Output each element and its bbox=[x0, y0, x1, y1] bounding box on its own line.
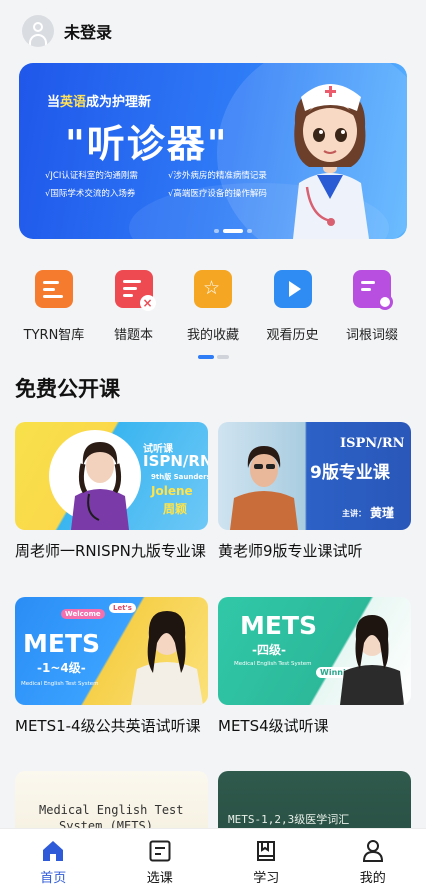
banner-bullet: √国际学术交流的入场券 bbox=[45, 189, 136, 199]
thumb-text: -1~4级- bbox=[37, 661, 86, 675]
entries-pagination bbox=[198, 355, 229, 359]
teacher-portrait bbox=[71, 442, 129, 530]
entry-label: 错题本 bbox=[113, 328, 153, 343]
course-card[interactable]: METS -1~4级- Medical English Test System … bbox=[15, 597, 208, 738]
course-card[interactable]: ISPN/RN 9版专业课 主讲： 黄瑾 黄老师9版专业课试听 bbox=[218, 422, 411, 563]
tab-label: 学习 bbox=[253, 871, 280, 886]
wrong-book-icon: × bbox=[114, 270, 156, 311]
thumb-text: Welcome bbox=[61, 609, 105, 619]
thumb-text: ISPN/RN bbox=[143, 452, 208, 470]
thumb-text: 黄瑾 bbox=[370, 506, 395, 520]
thumb-text: -四级- bbox=[252, 643, 286, 657]
thumb-text: 周颖 bbox=[163, 502, 188, 516]
banner-dot[interactable] bbox=[214, 229, 219, 233]
nurse-illustration bbox=[293, 84, 369, 239]
thumb-text: Jolene bbox=[151, 484, 193, 498]
avatar[interactable] bbox=[22, 15, 54, 47]
course-title[interactable]: METS4级试听课 bbox=[218, 714, 411, 738]
tab-label: 选课 bbox=[146, 871, 173, 886]
entry-history[interactable]: 观看历史 bbox=[257, 270, 329, 343]
banner-bullet: √JCI认证科室的沟通刚需 bbox=[45, 171, 138, 181]
login-status[interactable]: 未登录 bbox=[64, 19, 112, 43]
star-folder-icon: ☆ bbox=[194, 270, 232, 308]
course-thumbnail[interactable]: METS -四级- Medical English Test System Wi… bbox=[218, 597, 411, 705]
entry-label: 我的收藏 bbox=[186, 328, 239, 343]
tab-mine[interactable]: 我的 bbox=[333, 829, 413, 889]
teacher-portrait bbox=[131, 611, 203, 705]
section-title: 免费公开课 bbox=[15, 377, 120, 401]
promo-banner[interactable]: 当英语成为护理新 "听诊器" √JCI认证科室的沟通刚需 √涉外病房的精准病情记… bbox=[19, 63, 407, 239]
quick-entries: TYRN智库 × 错题本 ☆ 我的收藏 观看历史 词根词缀 bbox=[18, 270, 408, 343]
entry-word-roots[interactable]: 词根词缀 bbox=[336, 270, 408, 343]
thumb-text: 主讲： bbox=[342, 509, 366, 518]
banner-bullet: √高端医疗设备的操作解码 bbox=[168, 189, 267, 199]
avatar-head bbox=[33, 22, 43, 32]
entry-label: 词根词缀 bbox=[345, 328, 398, 343]
entry-tyrn[interactable]: TYRN智库 bbox=[18, 270, 90, 343]
banner-bullets: √JCI认证科室的沟通刚需 √涉外病房的精准病情记录 √国际学术交流的入场券 √… bbox=[45, 169, 285, 199]
banner-pagination[interactable] bbox=[214, 229, 252, 233]
course-title[interactable]: 黄老师9版专业课试听 bbox=[218, 539, 411, 563]
thumb-text: 9th版 Saunders bbox=[151, 473, 208, 481]
course-thumbnail[interactable]: ISPN/RN 9版专业课 主讲： 黄瑾 bbox=[218, 422, 411, 530]
tab-label: 首页 bbox=[40, 871, 67, 886]
course-title[interactable]: 周老师一RNISPN九版专业课 bbox=[15, 539, 208, 563]
tab-home[interactable]: 首页 bbox=[13, 829, 93, 889]
banner-bullet: √涉外病房的精准病情记录 bbox=[168, 171, 267, 181]
banner-subtitle: 当英语成为护理新 bbox=[47, 95, 152, 110]
thumb-text: Medical English Test bbox=[39, 803, 184, 817]
avatar-body bbox=[29, 34, 47, 46]
home-icon bbox=[43, 841, 64, 861]
banner-title: "听诊器" bbox=[65, 122, 229, 166]
thumb-text: Medical English Test System bbox=[234, 661, 312, 667]
user-icon bbox=[362, 840, 383, 862]
play-tv-icon bbox=[273, 270, 312, 308]
banner-dot-active[interactable] bbox=[223, 229, 243, 233]
course-card[interactable]: METS -四级- Medical English Test System Wi… bbox=[218, 597, 411, 738]
clipboard-search-icon bbox=[353, 270, 393, 310]
thumb-text: 9版专业课 bbox=[310, 463, 390, 483]
course-thumbnail[interactable]: METS -1~4级- Medical English Test System … bbox=[15, 597, 208, 705]
thumb-text: METS bbox=[240, 611, 318, 640]
book-icon bbox=[257, 841, 276, 861]
teacher-portrait bbox=[340, 615, 404, 705]
tab-study[interactable]: 学习 bbox=[226, 829, 306, 889]
teacher-portrait bbox=[230, 446, 298, 530]
pager-dot bbox=[217, 355, 229, 359]
entry-wrong-book[interactable]: × 错题本 bbox=[98, 270, 170, 343]
tab-courses[interactable]: 选课 bbox=[120, 829, 200, 889]
user-header[interactable]: 未登录 bbox=[22, 14, 112, 48]
thumb-text: METS bbox=[23, 629, 101, 658]
bottom-tab-bar: 首页 选课 学习 我的 bbox=[0, 828, 426, 889]
entry-favorites[interactable]: ☆ 我的收藏 bbox=[177, 270, 249, 343]
entry-label: 观看历史 bbox=[266, 328, 319, 343]
thumb-text: METS-1,2,3级医学词汇 bbox=[228, 813, 350, 826]
course-title[interactable]: METS1-4级公共英语试听课 bbox=[15, 714, 208, 738]
banner-dot[interactable] bbox=[247, 229, 252, 233]
thumb-text: ISPN/RN bbox=[340, 436, 405, 451]
tab-label: 我的 bbox=[359, 871, 386, 886]
course-list-icon bbox=[149, 840, 171, 862]
course-thumbnail[interactable]: 试听课 ISPN/RN 9th版 Saunders Jolene 周颖 bbox=[15, 422, 208, 530]
course-card[interactable]: 试听课 ISPN/RN 9th版 Saunders Jolene 周颖 周老师一… bbox=[15, 422, 208, 563]
notebook-pen-icon bbox=[35, 270, 73, 308]
thumb-text: Medical English Test System bbox=[21, 681, 99, 687]
entry-label: TYRN智库 bbox=[23, 328, 85, 343]
pager-dot-active bbox=[198, 355, 214, 359]
